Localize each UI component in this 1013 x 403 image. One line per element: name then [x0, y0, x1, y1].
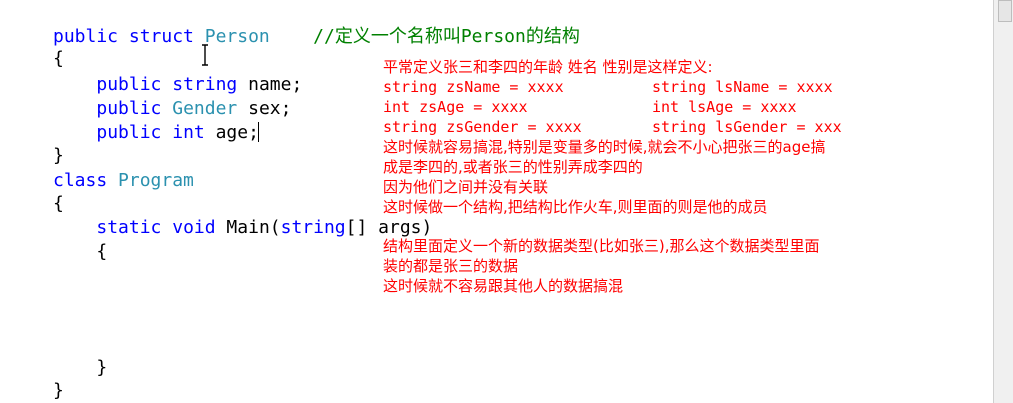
- note-line: 这时候就容易搞混,特别是变量多的时候,就会不小心把张三的age搞: [383, 138, 826, 156]
- code-line-4: public Gender sex;: [53, 98, 291, 120]
- note-line: string zsName = xxxx: [383, 77, 564, 97]
- scrollbar-thumb[interactable]: [998, 0, 1012, 22]
- keyword: public: [96, 74, 162, 95]
- keyword: string: [280, 217, 346, 238]
- code-line-12: }: [53, 380, 64, 401]
- identifier: sex;: [237, 98, 292, 119]
- note-line: int lsAge = xxxx: [652, 98, 797, 116]
- keyword: int: [172, 122, 205, 143]
- keyword: static: [96, 217, 162, 238]
- type-name: Gender: [172, 98, 238, 119]
- note-line: 结构里面定义一个新的数据类型(比如张三),那么这个数据类型里面: [383, 237, 820, 255]
- note-line: int zsAge = xxxx: [383, 98, 528, 116]
- keyword: struct: [128, 26, 194, 47]
- identifier: name;: [237, 74, 303, 95]
- vertical-scrollbar[interactable]: [993, 0, 1013, 403]
- code-line-10: {: [53, 241, 108, 262]
- identifier: age;: [204, 122, 259, 143]
- keyword: class: [53, 170, 108, 191]
- note-line: string lsName = xxxx: [652, 78, 833, 96]
- note-code: string zsName = xxxx: [383, 78, 564, 96]
- ibeam-cursor-icon: [202, 44, 208, 66]
- code-line-7: class Program: [53, 170, 194, 192]
- code-line-5: public int age;: [53, 122, 259, 144]
- code-line-2: {: [53, 48, 64, 69]
- note-line: 因为他们之间并没有关联: [383, 178, 549, 196]
- code-editor[interactable]: public struct Person //定义一个名称叫Person的结构 …: [0, 0, 993, 403]
- keyword: public: [53, 26, 119, 47]
- code-line-8: {: [53, 193, 64, 214]
- note-line: 平常定义张三和李四的年龄 姓名 性别是这样定义:: [383, 58, 713, 76]
- code-line-3: public string name;: [53, 74, 302, 96]
- keyword: string: [172, 74, 238, 95]
- text-caret: [258, 122, 259, 142]
- note-line: string lsGender = xxx: [652, 118, 842, 136]
- note-line: 成是李四的,或者张三的性别弄成李四的: [383, 158, 643, 176]
- code-line-9: static void Main(string[] args): [53, 217, 432, 239]
- note-line: string zsGender = xxxx: [383, 118, 582, 136]
- note-line: 装的都是张三的数据: [383, 257, 519, 275]
- code-line-6: }: [53, 145, 64, 166]
- type-name: Program: [118, 170, 194, 191]
- type-name: Person: [204, 26, 270, 47]
- keyword: public: [96, 98, 162, 119]
- code-line-1: public struct Person //定义一个名称叫Person的结构: [53, 26, 580, 48]
- keyword: public: [96, 122, 162, 143]
- identifier: [] args): [345, 217, 433, 238]
- code-comment: //定义一个名称叫Person的结构: [313, 26, 580, 47]
- code-line-11: }: [53, 357, 108, 378]
- note-line: 这时候就不容易跟其他人的数据搞混: [383, 277, 624, 295]
- note-line: 这时候做一个结构,把结构比作火车,则里面的则是他的成员: [383, 198, 768, 216]
- keyword: void: [172, 217, 216, 238]
- identifier: Main(: [215, 217, 281, 238]
